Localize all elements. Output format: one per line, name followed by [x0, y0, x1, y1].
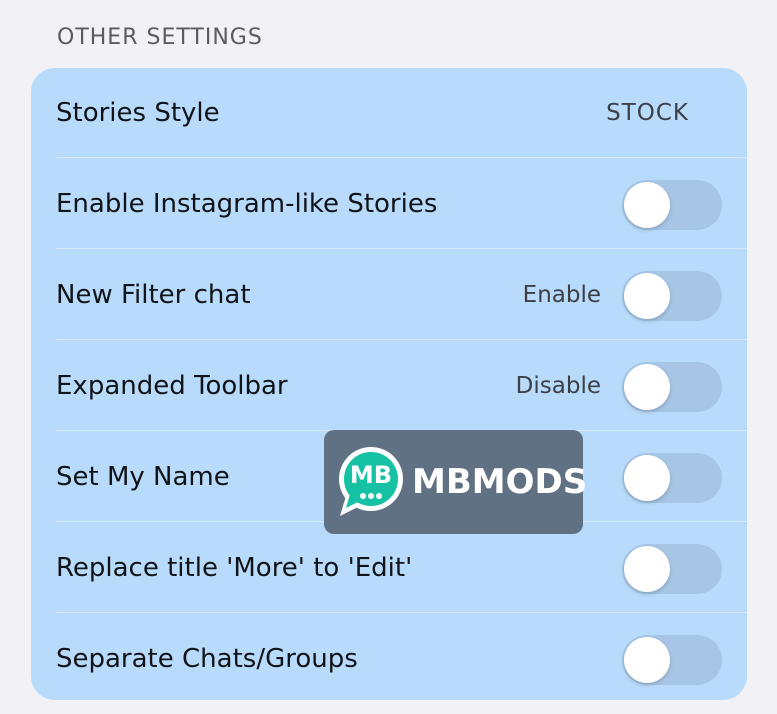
watermark-brand: MBMODS [412, 462, 588, 502]
replace-title-toggle[interactable] [622, 544, 722, 594]
row-divider [56, 248, 747, 249]
toggle-knob [624, 637, 670, 683]
row-label: Enable Instagram-like Stories [56, 189, 438, 219]
section-header: OTHER SETTINGS [57, 25, 263, 50]
row-divider [56, 339, 747, 340]
row-label: Replace title 'More' to 'Edit' [56, 553, 413, 583]
new-filter-chat-toggle[interactable] [622, 271, 722, 321]
row-label: Separate Chats/Groups [56, 644, 358, 674]
mbmods-logo-icon: MB [339, 447, 403, 516]
row-separate-chats: Separate Chats/Groups [31, 614, 747, 700]
row-expanded-toolbar: Expanded Toolbar Disable [31, 341, 747, 431]
row-divider [56, 612, 747, 613]
row-hint: Disable [515, 373, 601, 399]
row-stories-style[interactable]: Stories Style STOCK [31, 68, 747, 158]
row-label: Set My Name [56, 462, 230, 492]
toggle-knob [624, 546, 670, 592]
set-my-name-toggle[interactable] [622, 453, 722, 503]
toggle-knob [624, 455, 670, 501]
expanded-toolbar-toggle[interactable] [622, 362, 722, 412]
instagram-stories-toggle[interactable] [622, 180, 722, 230]
stories-style-value[interactable]: STOCK [606, 68, 689, 158]
row-divider [56, 157, 747, 158]
separate-chats-toggle[interactable] [622, 635, 722, 685]
row-new-filter-chat: New Filter chat Enable [31, 250, 747, 340]
row-replace-title: Replace title 'More' to 'Edit' [31, 523, 747, 613]
toggle-knob [624, 273, 670, 319]
row-instagram-stories: Enable Instagram-like Stories [31, 159, 747, 249]
row-label: Stories Style [56, 98, 220, 128]
mbmods-watermark: MB MBMODS [324, 430, 587, 534]
toggle-knob [624, 182, 670, 228]
row-label: New Filter chat [56, 280, 251, 310]
row-label: Expanded Toolbar [56, 371, 288, 401]
logo-monogram: MB [350, 461, 392, 489]
toggle-knob [624, 364, 670, 410]
settings-card: Stories Style STOCK Enable Instagram-lik… [31, 68, 747, 700]
row-hint: Enable [522, 282, 601, 308]
